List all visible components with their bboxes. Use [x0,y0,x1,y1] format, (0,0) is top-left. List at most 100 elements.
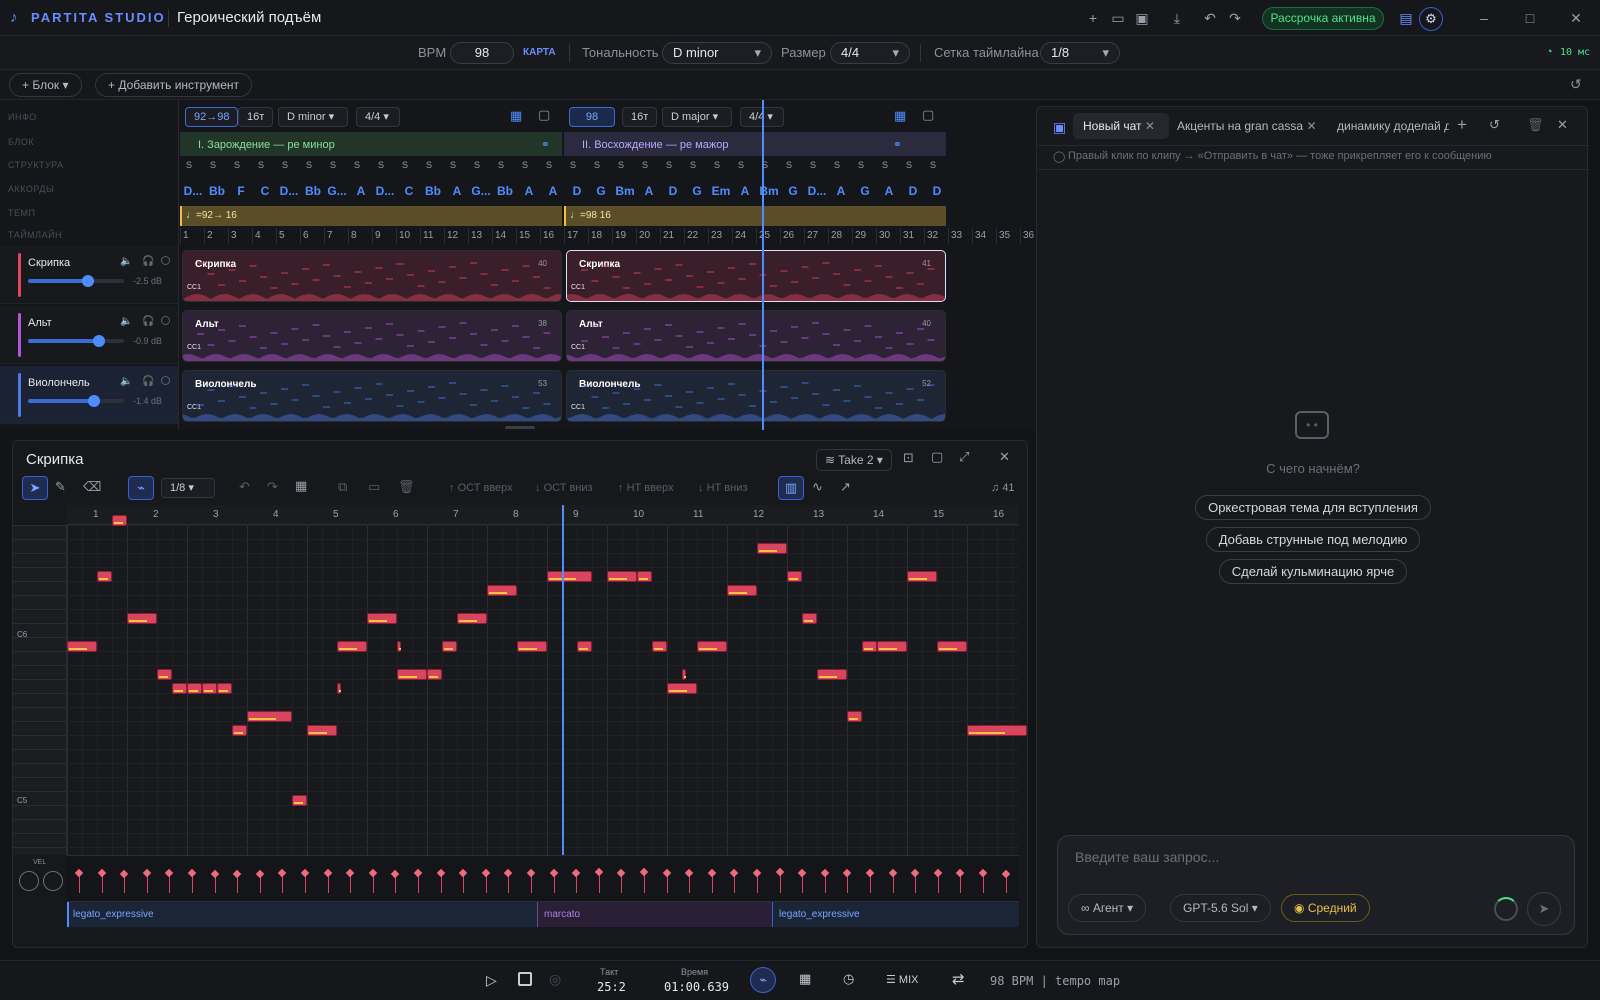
editor-bar-number[interactable]: 14 [873,509,884,520]
close-editor-icon[interactable]: ✕ [999,449,1010,465]
structure-marker[interactable]: S [354,160,360,170]
clip[interactable]: Альт 38 CC1 [182,310,562,362]
editor-bar-number[interactable]: 5 [333,509,339,520]
chord-label[interactable]: D [901,184,925,198]
chat-toggle-icon[interactable]: ▤ [1396,8,1416,28]
structure-marker[interactable]: S [930,160,936,170]
volume-handle[interactable] [88,395,101,407]
octave-up-button[interactable]: ↑ ОСТ вверх [449,482,513,494]
close-window-icon[interactable]: ✕ [1566,8,1586,28]
bar-number[interactable]: 4 [255,230,261,241]
block1-meter-select[interactable]: 4/4 ▾ [356,107,400,127]
track-name[interactable]: Альт [28,317,52,329]
bar-number[interactable]: 28 [831,230,842,241]
block-menu-button[interactable]: + Блок ▾ [9,73,82,97]
bar-number[interactable]: 7 [327,230,333,241]
block2-key-select[interactable]: D major ▾ [662,107,732,127]
delete-icon[interactable]: 🗑 [398,479,415,495]
volume-slider[interactable] [28,335,124,347]
bar-number[interactable]: 9 [375,230,381,241]
structure-marker[interactable]: S [546,160,552,170]
headphones-icon[interactable]: 🎧 [142,376,154,387]
undo-icon[interactable]: ↶ [239,479,250,495]
block1-notes-field[interactable]: 16т [238,107,274,127]
chord-label[interactable]: D [925,184,949,198]
bar-number[interactable]: 32 [927,230,938,241]
bar-number[interactable]: 21 [663,230,674,241]
note[interactable] [307,725,337,736]
chord-label[interactable]: G... [469,184,493,198]
headphones-icon[interactable]: 🎧 [142,256,154,267]
piano-icon[interactable]: ▦ [510,108,522,124]
chord-label[interactable]: A [877,184,901,198]
stop-icon[interactable] [518,972,532,986]
chord-label[interactable]: G [685,184,709,198]
chord-label[interactable]: D... [805,184,829,198]
bar-number[interactable]: 12 [447,230,458,241]
bar-number[interactable]: 35 [999,230,1010,241]
bar-number[interactable]: 2 [207,230,213,241]
note[interactable] [337,641,367,652]
note[interactable] [862,641,877,652]
clip[interactable]: Скрипка 41 CC1 [566,250,946,302]
chat-history-icon[interactable]: ↺ [1489,117,1500,133]
track-header[interactable]: Скрипка 🔈 🎧 -2.5 dB [0,246,178,304]
chord-label[interactable]: C [253,184,277,198]
note[interactable] [667,683,697,694]
structure-marker[interactable]: S [786,160,792,170]
structure-marker[interactable]: S [186,160,192,170]
headphones-icon[interactable]: 🎧 [142,316,154,327]
chat-tab-new[interactable]: Новый чат ✕ [1073,113,1169,139]
redo-icon[interactable]: ↷ [267,479,278,495]
new-chat-icon[interactable]: + [1457,115,1467,135]
structure-marker[interactable]: S [210,160,216,170]
chord-label[interactable]: A [829,184,853,198]
chord-label[interactable]: G [589,184,613,198]
velocity-lane[interactable] [67,855,1019,901]
note[interactable] [187,683,202,694]
bar-number[interactable]: 20 [639,230,650,241]
chord-label[interactable]: D... [277,184,301,198]
record-icon[interactable]: ◎ [549,971,561,988]
open-folder-icon[interactable]: ▭ [1108,8,1128,28]
chord-label[interactable]: F [229,184,253,198]
note[interactable] [847,711,862,722]
mixer-button[interactable]: ☰ MIX [886,973,918,986]
structure-marker[interactable]: S [666,160,672,170]
close-tab-icon[interactable]: ✕ [1145,119,1155,133]
note[interactable] [247,711,292,722]
record-arm-icon[interactable] [161,256,170,265]
block2-tempo-field[interactable]: 98 [569,107,615,127]
chord-label[interactable]: Bb [493,184,517,198]
block1-tempo-field[interactable]: 92→98 [185,107,239,127]
delete-chat-icon[interactable]: 🗑 [1527,117,1544,133]
note[interactable] [802,613,817,624]
suggestion-chip[interactable]: Оркестровая тема для вступления [1195,495,1431,520]
note[interactable] [337,683,342,694]
bar-number[interactable]: 18 [591,230,602,241]
suggestion-chip[interactable]: Сделай кульминацию ярче [1218,559,1408,584]
save-icon[interactable]: ▣ [1132,8,1152,28]
chord-label[interactable]: A [445,184,469,198]
export-icon[interactable]: ⤓ [1167,8,1187,28]
splitter-handle[interactable] [505,426,535,429]
bar-number[interactable]: 29 [855,230,866,241]
block1-key-select[interactable]: D minor ▾ [278,107,348,127]
speaker-icon[interactable]: 🔈 [120,376,132,387]
note[interactable] [637,571,652,582]
structure-marker[interactable]: S [498,160,504,170]
structure-marker[interactable]: S [450,160,456,170]
note[interactable] [67,641,97,652]
subscription-badge[interactable]: Рассрочка активна [1262,7,1384,30]
clip[interactable]: Виолончель 53 CC1 [182,370,562,422]
structure-marker[interactable]: S [282,160,288,170]
timer-icon[interactable]: ◷ [843,971,854,987]
history-icon[interactable]: ↺ [1570,76,1582,93]
undo-icon[interactable]: ↶ [1200,8,1220,28]
chord-label[interactable]: A [517,184,541,198]
editor-bar-number[interactable]: 4 [273,509,279,520]
chord-label[interactable]: Bm [613,184,637,198]
comment-icon[interactable]: ▢ [538,107,550,123]
chat-tab[interactable]: динамику доделай дл [1337,119,1449,133]
note[interactable] [202,683,217,694]
